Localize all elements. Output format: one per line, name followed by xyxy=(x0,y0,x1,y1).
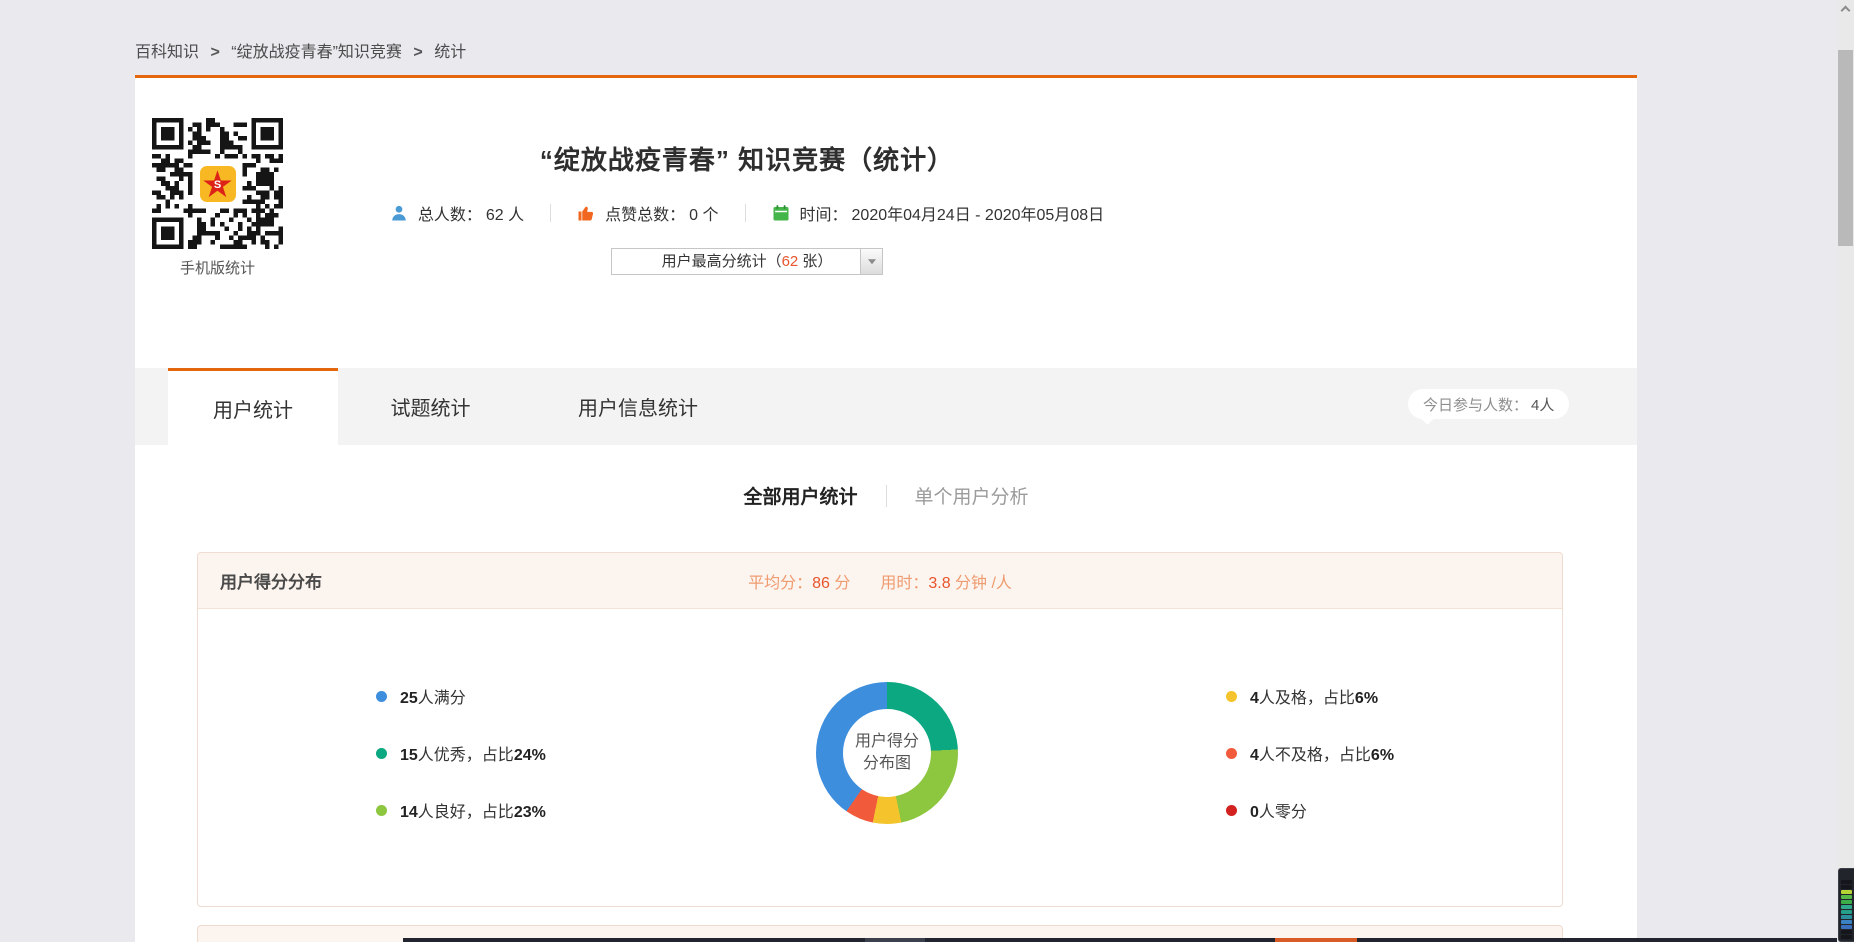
legend-left: 25人满分 15人优秀，占比24% 14人良好，占比23% xyxy=(376,684,546,855)
summary-stats-row: 总人数： 62 人 点赞总数： 0 个 时间： 2020年04月24日 - 20… xyxy=(285,201,1209,225)
legend-item: 4人及格，占比6% xyxy=(1226,684,1394,708)
scrollbar-up-button[interactable] xyxy=(1837,0,1854,17)
subtab-single-user[interactable]: 单个用户分析 xyxy=(915,482,1029,509)
stat-time-range: 时间： 2020年04月24日 - 2020年05月08日 xyxy=(772,201,1105,225)
tab-question-stats[interactable]: 试题统计 xyxy=(338,368,523,445)
divider xyxy=(886,485,887,507)
breadcrumb-separator: > xyxy=(413,44,422,61)
stat-label: 总人数： xyxy=(418,201,482,225)
dropdown-text: 张） xyxy=(798,253,832,270)
sub-tab-bar: 全部用户统计 单个用户分析 xyxy=(135,482,1637,509)
breadcrumb-separator: > xyxy=(210,44,219,61)
tab-user-stats[interactable]: 用户统计 xyxy=(168,368,338,445)
stat-label: 点赞总数： xyxy=(605,201,685,225)
taskbar-strip xyxy=(403,938,1854,942)
tab-bar: 用户统计 试题统计 用户信息统计 今日参与人数： 4人 xyxy=(135,368,1637,445)
content-card: ★ S 手机版统计 “绽放战疫青春” 知识竞赛（统计） 总人数： 62 人 点赞… xyxy=(135,78,1637,942)
monitor-bar xyxy=(1841,885,1852,889)
legend-dot-good xyxy=(376,805,387,816)
monitor-bar xyxy=(1841,910,1852,914)
metric-time-spent: 用时：3.8 分钟 /人 xyxy=(880,569,1012,593)
panel-header: 用户得分分布 平均分：86 分 用时：3.8 分钟 /人 xyxy=(198,553,1562,609)
metric-average-score: 平均分：86 分 xyxy=(748,569,850,593)
header-center: “绽放战疫青春” 知识竞赛（统计） 总人数： 62 人 点赞总数： 0 个 xyxy=(285,78,1209,275)
divider xyxy=(745,204,746,222)
monitor-bar xyxy=(1841,900,1852,904)
system-monitor-widget xyxy=(1838,868,1854,942)
today-participants-badge: 今日参与人数： 4人 xyxy=(1408,389,1569,419)
stat-value: 62 人 xyxy=(486,201,524,225)
user-icon xyxy=(390,204,408,222)
dropdown-text: 用户最高分统计（ xyxy=(662,253,782,270)
breadcrumb-item-current: 统计 xyxy=(434,44,466,61)
dropdown-count: 62 xyxy=(782,253,799,270)
monitor-bar xyxy=(1841,925,1852,929)
badge-label: 今日参与人数： xyxy=(1423,394,1528,415)
scrollbar-thumb[interactable] xyxy=(1838,50,1853,246)
panel-body: 25人满分 15人优秀，占比24% 14人良好，占比23% 用户得分 分布图 xyxy=(198,609,1562,906)
monitor-bar xyxy=(1841,920,1852,924)
legend-dot-zero xyxy=(1226,805,1237,816)
legend-item: 25人满分 xyxy=(376,684,546,708)
stat-likes: 点赞总数： 0 个 xyxy=(577,201,718,225)
panel-metrics: 平均分：86 分 用时：3.8 分钟 /人 xyxy=(748,569,1012,593)
taskbar-highlight-segment xyxy=(1275,938,1357,942)
legend-dot-fail xyxy=(1226,748,1237,759)
legend-dot-excellent xyxy=(376,748,387,759)
qr-logo: ★ S xyxy=(198,164,238,204)
monitor-bar xyxy=(1841,915,1852,919)
monitor-bar xyxy=(1841,905,1852,909)
qr-block: ★ S 手机版统计 xyxy=(152,118,283,278)
legend-dot-full-score xyxy=(376,691,387,702)
legend-item: 4人不及格，占比6% xyxy=(1226,741,1394,765)
divider xyxy=(550,204,551,222)
subtab-all-users[interactable]: 全部用户统计 xyxy=(743,482,857,509)
legend-item: 14人良好，占比23% xyxy=(376,798,546,822)
monitor-bar xyxy=(1841,890,1852,894)
legend-item: 15人优秀，占比24% xyxy=(376,741,546,765)
donut-center-label: 用户得分 分布图 xyxy=(843,709,931,797)
highest-score-select[interactable]: 用户最高分统计（62 张） xyxy=(611,248,883,275)
calendar-icon xyxy=(772,204,790,222)
monitor-bar xyxy=(1841,880,1852,884)
scrollbar[interactable] xyxy=(1837,0,1854,942)
taskbar-segment xyxy=(865,938,925,942)
badge-value: 4人 xyxy=(1531,394,1554,415)
legend-right: 4人及格，占比6% 4人不及格，占比6% 0人零分 xyxy=(1226,684,1394,855)
dropdown-arrow-icon[interactable] xyxy=(860,249,882,274)
qr-code-image: ★ S xyxy=(152,118,283,249)
qr-logo-letter: S xyxy=(214,179,221,191)
stat-value: 2020年04月24日 - 2020年05月08日 xyxy=(852,201,1105,225)
breadcrumb-item-contest[interactable]: “绽放战疫青春”知识竞赛 xyxy=(231,44,402,61)
breadcrumb-item-home[interactable]: 百科知识 xyxy=(135,44,199,61)
thumb-up-icon xyxy=(577,204,595,222)
qr-caption: 手机版统计 xyxy=(152,257,283,278)
monitor-bar xyxy=(1841,935,1852,939)
panel-title: 用户得分分布 xyxy=(220,568,322,593)
stat-total-users: 总人数： 62 人 xyxy=(390,201,524,225)
page-title: “绽放战疫青春” 知识竞赛（统计） xyxy=(285,140,1209,177)
chevron-up-icon xyxy=(1841,6,1851,16)
legend-item: 0人零分 xyxy=(1226,798,1394,822)
stat-value: 0 个 xyxy=(689,201,718,225)
breadcrumb: 百科知识 > “绽放战疫青春”知识竞赛 > 统计 xyxy=(135,38,466,62)
stat-label: 时间： xyxy=(800,201,848,225)
monitor-bar xyxy=(1841,895,1852,899)
tab-user-info-stats[interactable]: 用户信息统计 xyxy=(523,368,753,445)
monitor-bar xyxy=(1841,930,1852,934)
score-distribution-panel: 用户得分分布 平均分：86 分 用时：3.8 分钟 /人 25人满分 15人优秀… xyxy=(197,552,1563,907)
legend-dot-pass xyxy=(1226,691,1237,702)
donut-chart: 用户得分 分布图 xyxy=(816,682,958,824)
